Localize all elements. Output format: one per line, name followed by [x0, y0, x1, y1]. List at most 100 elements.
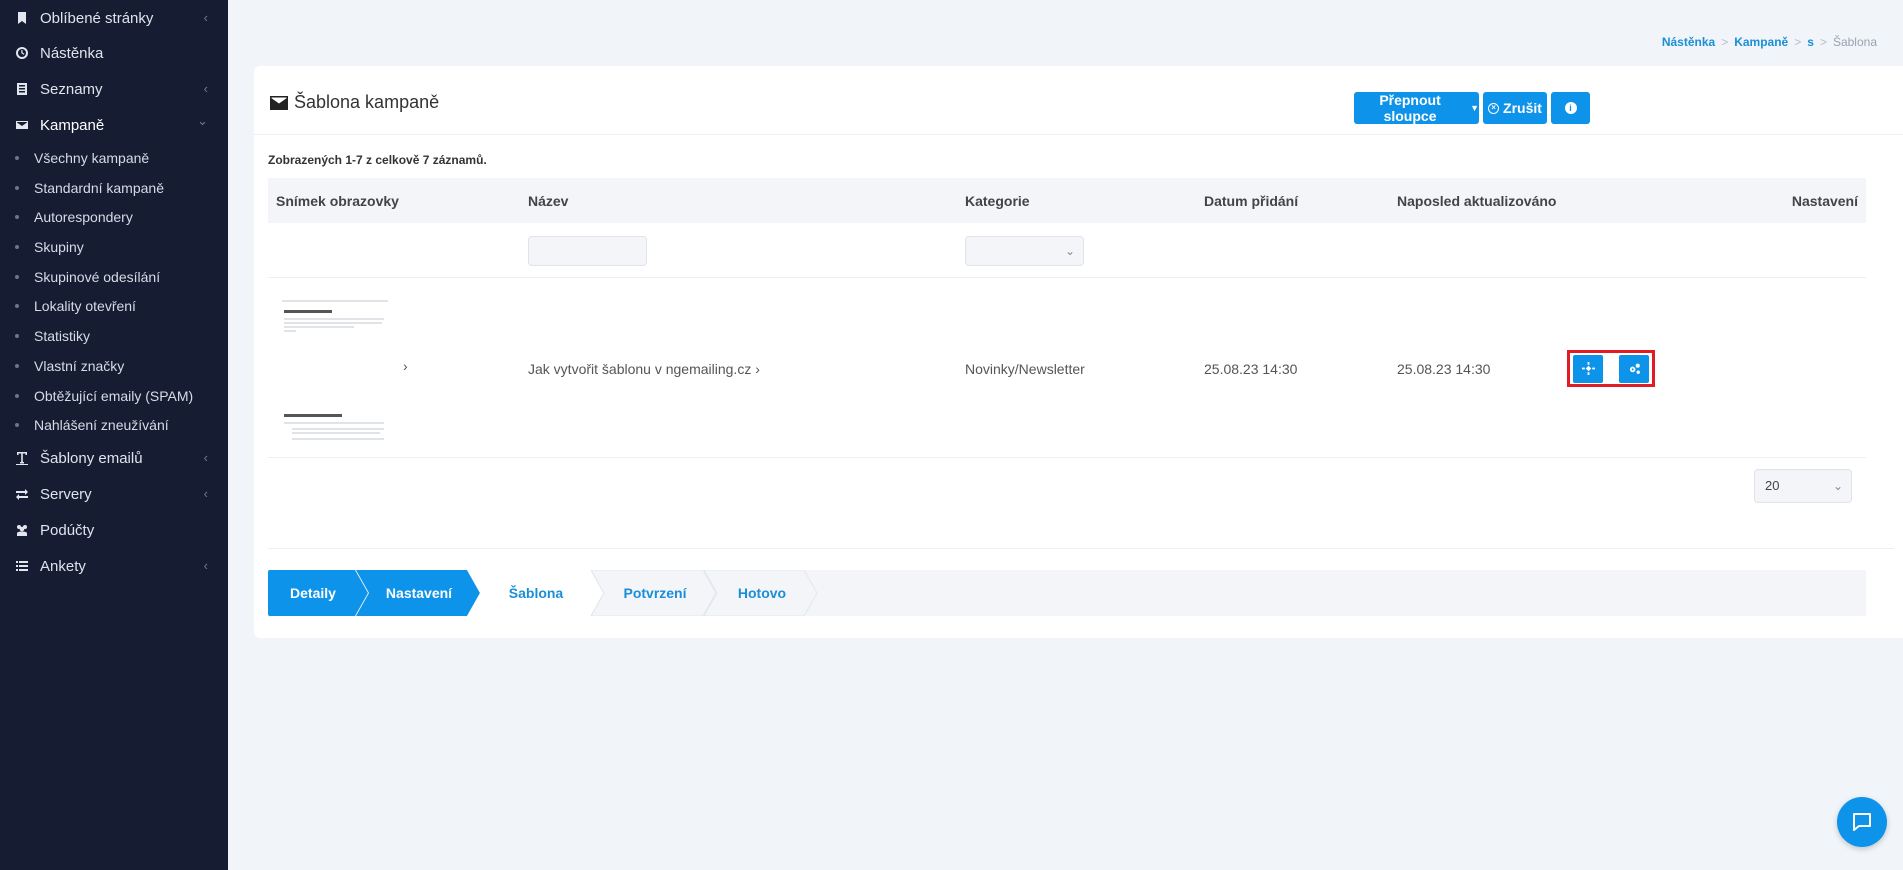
breadcrumb-separator: > — [1721, 35, 1729, 49]
bullet-icon — [15, 275, 19, 279]
template-name: Jak vytvořit šablonu v ngemailing.cz — [528, 361, 752, 377]
page-title-text: Šablona kampaně — [294, 92, 440, 112]
breadcrumb-separator: > — [1794, 35, 1802, 49]
template-category: Novinky/Newsletter — [965, 361, 1085, 377]
name-filter-input[interactable] — [528, 236, 647, 266]
toggle-columns-button[interactable]: Přepnout sloupce ▼ — [1354, 92, 1479, 124]
chevron-down-icon: ⌄ — [1832, 479, 1843, 493]
gears-icon — [1629, 363, 1640, 374]
template-date-added: 25.08.23 14:30 — [1204, 361, 1298, 377]
cancel-label: Zrušit — [1503, 100, 1542, 116]
table-header: Snímek obrazovky Název Kategorie Datum p… — [268, 178, 1866, 223]
template-card: Šablona kampaně Přepnout sloupce ▼ × Zru… — [254, 66, 1903, 638]
template-settings-button[interactable] — [1619, 354, 1649, 383]
sidebar-subitem-label: Skupiny — [34, 239, 84, 255]
sidebar-item-label: Oblíbené stránky — [40, 9, 154, 27]
sidebar-subitem-spam[interactable]: Obtěžující emaily (SPAM) — [0, 382, 228, 410]
column-header-name[interactable]: Název — [528, 193, 568, 209]
sidebar-item-label: Nástěnka — [40, 44, 104, 62]
info-icon: i — [1564, 102, 1577, 114]
table-row: › Jak vytvořit šablonu v ngemailing.cz ›… — [268, 278, 1866, 458]
chevron-right-icon: › — [755, 361, 760, 377]
list-icon — [14, 81, 30, 97]
sidebar-item-subaccounts[interactable]: Podúčty — [0, 515, 228, 545]
chat-button[interactable] — [1837, 797, 1887, 847]
campaign-wizard: Detaily Nastavení Šablona Potvrzení Hoto… — [268, 570, 1866, 616]
envelope-icon — [14, 117, 30, 133]
sidebar-item-dashboard[interactable]: Nástěnka — [0, 38, 228, 68]
bullet-icon — [15, 334, 19, 338]
sidebar-item-label: Ankety — [40, 557, 86, 575]
column-header-category[interactable]: Kategorie — [965, 193, 1030, 209]
column-header-settings: Nastavení — [1791, 193, 1858, 209]
sidebar: Oblíbené stránky ‹ Nástěnka Seznamy ‹ Ka… — [0, 0, 228, 870]
page-size-select[interactable]: 20 ⌄ — [1754, 469, 1852, 503]
exchange-icon — [14, 486, 30, 502]
wizard-step-template[interactable]: Šablona — [480, 570, 592, 616]
chevron-left-icon: ‹ — [203, 486, 208, 501]
chat-icon — [1853, 813, 1871, 831]
times-circle-icon: × — [1488, 102, 1500, 114]
chevron-down-icon: ⌄ — [1064, 244, 1075, 258]
template-updated: 25.08.23 14:30 — [1397, 361, 1491, 377]
sidebar-subitem-label: Vlastní značky — [34, 358, 125, 374]
select-template-button[interactable] — [1573, 354, 1603, 383]
sidebar-subitem-groups[interactable]: Skupiny — [0, 233, 228, 261]
sidebar-subitem-label: Obtěžující emaily (SPAM) — [34, 388, 194, 404]
page-title: Šablona kampaně — [270, 92, 439, 113]
chevron-left-icon: ‹ — [203, 81, 208, 96]
wizard-step-confirmation[interactable]: Potvrzení — [604, 570, 706, 616]
column-header-screenshot[interactable]: Snímek obrazovky — [276, 193, 399, 209]
cancel-button[interactable]: × Zrušit — [1483, 92, 1547, 124]
sidebar-subitem-custom-tags[interactable]: Vlastní značky — [0, 352, 228, 380]
sidebar-subitem-label: Statistiky — [34, 328, 91, 344]
sidebar-subitem-all-campaigns[interactable]: Všechny kampaně — [0, 144, 228, 172]
wizard-step-done[interactable]: Hotovo — [717, 570, 807, 616]
list-ul-icon — [14, 558, 30, 574]
template-name-link[interactable]: Jak vytvořit šablonu v ngemailing.cz › — [528, 361, 760, 377]
dashboard-icon — [14, 45, 30, 61]
sidebar-item-surveys[interactable]: Ankety ‹ — [0, 551, 228, 581]
bullet-icon — [15, 186, 19, 190]
template-screenshot-thumbnail[interactable] — [282, 300, 388, 446]
breadcrumb-campaigns[interactable]: Kampaně — [1734, 35, 1788, 49]
chevron-left-icon: ‹ — [203, 450, 208, 465]
text-icon — [14, 450, 30, 466]
sidebar-item-campaigns[interactable]: Kampaně ⌄ — [0, 110, 228, 140]
sidebar-subitem-autoresponders[interactable]: Autorespondery — [0, 203, 228, 231]
bullet-icon — [15, 423, 19, 427]
chevron-down-icon: ⌄ — [197, 113, 208, 128]
wizard-step-details[interactable]: Detaily — [268, 570, 358, 616]
sidebar-subitem-abuse-reports[interactable]: Nahlášení zneužívání — [0, 411, 228, 439]
category-filter-select[interactable]: ⌄ — [965, 236, 1084, 266]
chevron-right-icon[interactable]: › — [403, 358, 408, 374]
bullet-icon — [15, 156, 19, 160]
breadcrumb: Nástěnka > Kampaně > s > Šablona — [1662, 35, 1877, 49]
sidebar-item-email-templates[interactable]: Šablony emailů ‹ — [0, 443, 228, 473]
wizard-step-settings[interactable]: Nastavení — [368, 570, 470, 616]
sidebar-item-lists[interactable]: Seznamy ‹ — [0, 74, 228, 104]
info-button[interactable]: i — [1551, 92, 1590, 124]
column-header-updated[interactable]: Naposled aktualizováno — [1397, 193, 1556, 209]
breadcrumb-campaign[interactable]: s — [1807, 35, 1814, 49]
sidebar-subitem-label: Nahlášení zneužívání — [34, 417, 169, 433]
sidebar-subitem-group-sending[interactable]: Skupinové odesílání — [0, 263, 228, 291]
divider — [268, 548, 1894, 549]
sidebar-subitem-label: Všechny kampaně — [34, 150, 150, 166]
row-actions — [1567, 350, 1655, 387]
sidebar-subitem-open-locations[interactable]: Lokality otevření — [0, 292, 228, 320]
sidebar-subitem-label: Standardní kampaně — [34, 180, 164, 196]
breadcrumb-separator: > — [1819, 35, 1827, 49]
column-header-date-added[interactable]: Datum přidání — [1204, 193, 1298, 209]
sidebar-item-servers[interactable]: Servery ‹ — [0, 479, 228, 509]
filter-row: ⌄ — [268, 223, 1866, 278]
bullet-icon — [15, 394, 19, 398]
sidebar-subitem-statistics[interactable]: Statistiky — [0, 322, 228, 350]
sidebar-subitem-label: Lokality otevření — [34, 298, 136, 314]
chevron-left-icon: ‹ — [203, 558, 208, 573]
sidebar-item-label: Kampaně — [40, 116, 105, 134]
sidebar-item-favorites[interactable]: Oblíbené stránky ‹ — [0, 3, 228, 33]
breadcrumb-dashboard[interactable]: Nástěnka — [1662, 35, 1715, 49]
main-content: Nástěnka > Kampaně > s > Šablona Šablona… — [228, 0, 1903, 870]
sidebar-subitem-standard-campaigns[interactable]: Standardní kampaně — [0, 174, 228, 202]
